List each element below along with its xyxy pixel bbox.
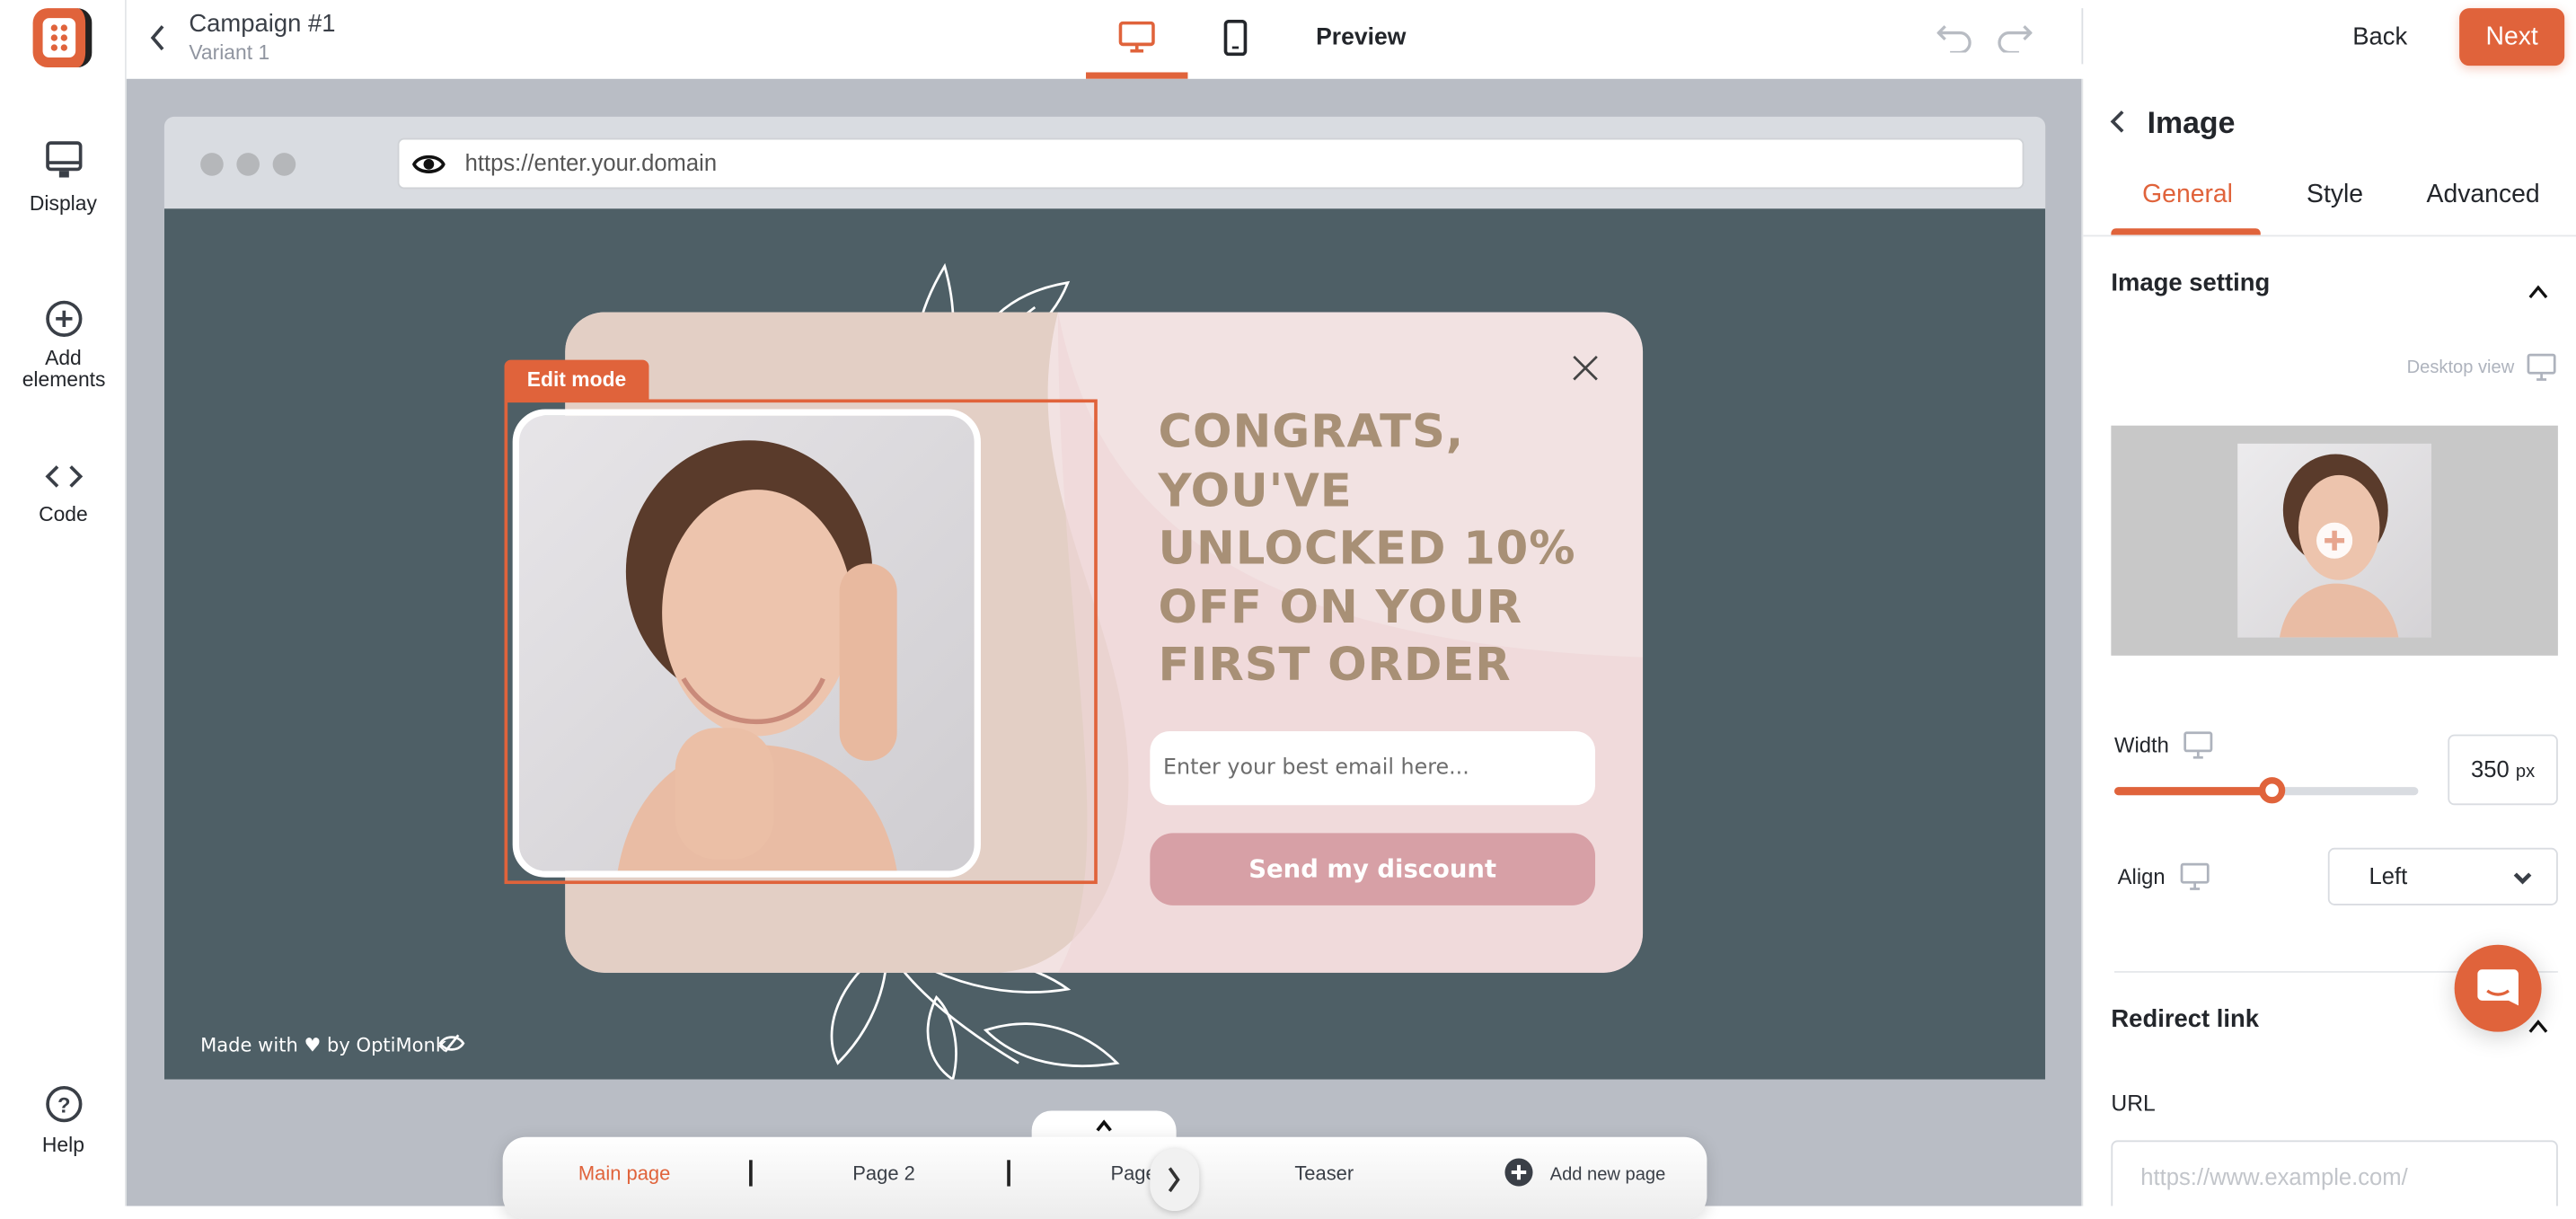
redo-icon[interactable] — [1996, 23, 2033, 53]
tab-general[interactable]: General — [2142, 181, 2233, 210]
active-tab-indicator — [2111, 228, 2261, 235]
desktop-icon — [2527, 353, 2556, 381]
sidebar-item-label: Code — [39, 502, 88, 526]
monitor-icon — [45, 141, 82, 178]
editor-canvas: https://enter.your.domain CONGRATS, YOU'… — [126, 78, 2082, 1206]
left-sidebar: Display Add elements Code ? Help — [0, 0, 127, 1206]
sidebar-item-label: Display — [29, 192, 97, 216]
page-tab-teaser[interactable]: Teaser — [1294, 1162, 1354, 1185]
sidebar-item-help[interactable]: ? Help — [0, 1084, 127, 1157]
collapse-chevron-icon[interactable] — [2527, 284, 2550, 299]
replace-image-icon[interactable] — [2316, 522, 2353, 559]
popup-image[interactable] — [512, 409, 981, 878]
collapse-chevron-icon[interactable] — [2527, 1019, 2550, 1033]
page-tab-3[interactable]: Page 3 — [1110, 1162, 1154, 1185]
window-dot — [236, 153, 260, 176]
page-bar: Main page Page 2 Page 3 Teaser Add new p… — [502, 1136, 1707, 1219]
width-value: 350 — [2471, 755, 2510, 782]
undo-icon[interactable] — [1936, 23, 1972, 53]
scroll-right-button[interactable] — [1150, 1148, 1200, 1212]
chat-support-button[interactable] — [2454, 944, 2542, 1032]
redirect-url-input[interactable]: https://www.example.com/ — [2111, 1140, 2558, 1206]
align-select[interactable]: Left — [2327, 847, 2558, 905]
align-label: Align — [2117, 864, 2166, 889]
divider — [2081, 8, 2084, 65]
add-new-page-button[interactable]: Add new page — [1504, 1158, 1666, 1188]
desktop-icon — [2183, 731, 2213, 759]
top-bar: Campaign #1 Variant 1 Preview Back Next — [126, 0, 2576, 79]
plus-circle-icon — [45, 300, 82, 337]
slider-fill — [2114, 787, 2272, 796]
page-tab-main[interactable]: Main page — [578, 1162, 671, 1185]
woman-portrait-image — [617, 440, 897, 871]
width-label: Width — [2114, 732, 2169, 758]
desktop-view-label: Desktop view — [2406, 358, 2515, 378]
sidebar-item-add-elements[interactable]: Add elements — [0, 299, 127, 391]
align-value: Left — [2369, 862, 2408, 889]
next-button[interactable]: Next — [2459, 8, 2565, 66]
chevron-up-icon — [1096, 1119, 1112, 1132]
variant-name: Variant 1 — [189, 40, 270, 65]
image-thumbnail — [2237, 443, 2432, 638]
made-with-optimonk[interactable]: Made with ♥ by OptiMonk — [200, 1033, 446, 1056]
close-icon[interactable] — [1572, 355, 1598, 381]
eye-slash-icon[interactable] — [438, 1033, 465, 1053]
website-preview: CONGRATS, YOU'VE UNLOCKED 10% OFF ON YOU… — [163, 208, 2046, 1080]
redirect-link-heading: Redirect link — [2111, 1005, 2260, 1034]
desktop-icon — [1118, 21, 1155, 53]
campaign-title: Campaign #1 — [189, 9, 336, 39]
chat-icon — [2477, 969, 2519, 1006]
send-discount-button[interactable]: Send my discount — [1150, 833, 1596, 905]
page-tab-2[interactable]: Page 2 — [852, 1162, 915, 1185]
popup-headline: CONGRATS, YOU'VE UNLOCKED 10% OFF ON YOU… — [1158, 403, 1576, 693]
email-input[interactable]: Enter your best email here... — [1150, 730, 1596, 806]
width-unit: px — [2515, 762, 2536, 782]
back-chevron-icon[interactable] — [148, 23, 168, 53]
add-new-page-label: Add new page — [1549, 1164, 1666, 1185]
desktop-view-toggle[interactable] — [1086, 0, 1188, 79]
divider — [749, 1160, 752, 1187]
chevron-down-icon — [2513, 872, 2532, 885]
width-input[interactable]: 350 px — [2448, 734, 2558, 806]
desktop-icon — [2180, 862, 2210, 890]
sidebar-item-label: Add elements — [22, 346, 106, 392]
image-preview[interactable] — [2111, 425, 2558, 656]
url-text: https://enter.your.domain — [464, 149, 718, 176]
window-dot — [272, 153, 296, 176]
optimonk-logo[interactable] — [32, 8, 93, 67]
window-dot — [200, 153, 224, 176]
mobile-view-icon[interactable] — [1222, 19, 1248, 57]
tab-advanced[interactable]: Advanced — [2427, 181, 2540, 210]
code-icon — [44, 465, 83, 488]
plus-circle-icon — [1504, 1158, 1533, 1188]
sidebar-item-display[interactable]: Display — [0, 139, 127, 216]
url-label: URL — [2111, 1091, 2156, 1116]
properties-panel: Image General Style Advanced Image setti… — [2081, 78, 2576, 1206]
url-bar[interactable]: https://enter.your.domain — [397, 137, 2025, 190]
browser-mockup: https://enter.your.domain CONGRATS, YOU'… — [163, 116, 2046, 1080]
panel-back-icon[interactable] — [2110, 109, 2126, 135]
help-icon: ? — [45, 1086, 82, 1123]
panel-title: Image — [2147, 105, 2236, 140]
tab-style[interactable]: Style — [2307, 181, 2363, 210]
preview-button[interactable]: Preview — [1316, 24, 1406, 50]
slider-handle[interactable] — [2259, 777, 2286, 804]
image-setting-heading: Image setting — [2111, 269, 2271, 298]
sidebar-item-code[interactable]: Code — [0, 460, 127, 526]
divider — [1007, 1160, 1010, 1187]
edit-mode-label: Edit mode — [504, 359, 649, 400]
chevron-right-icon — [1168, 1167, 1180, 1193]
svg-text:?: ? — [57, 1093, 70, 1117]
divider — [2083, 234, 2576, 237]
sidebar-item-label: Help — [41, 1134, 84, 1157]
eye-icon — [412, 155, 446, 173]
width-slider[interactable] — [2114, 777, 2419, 804]
back-button[interactable]: Back — [2352, 23, 2407, 51]
